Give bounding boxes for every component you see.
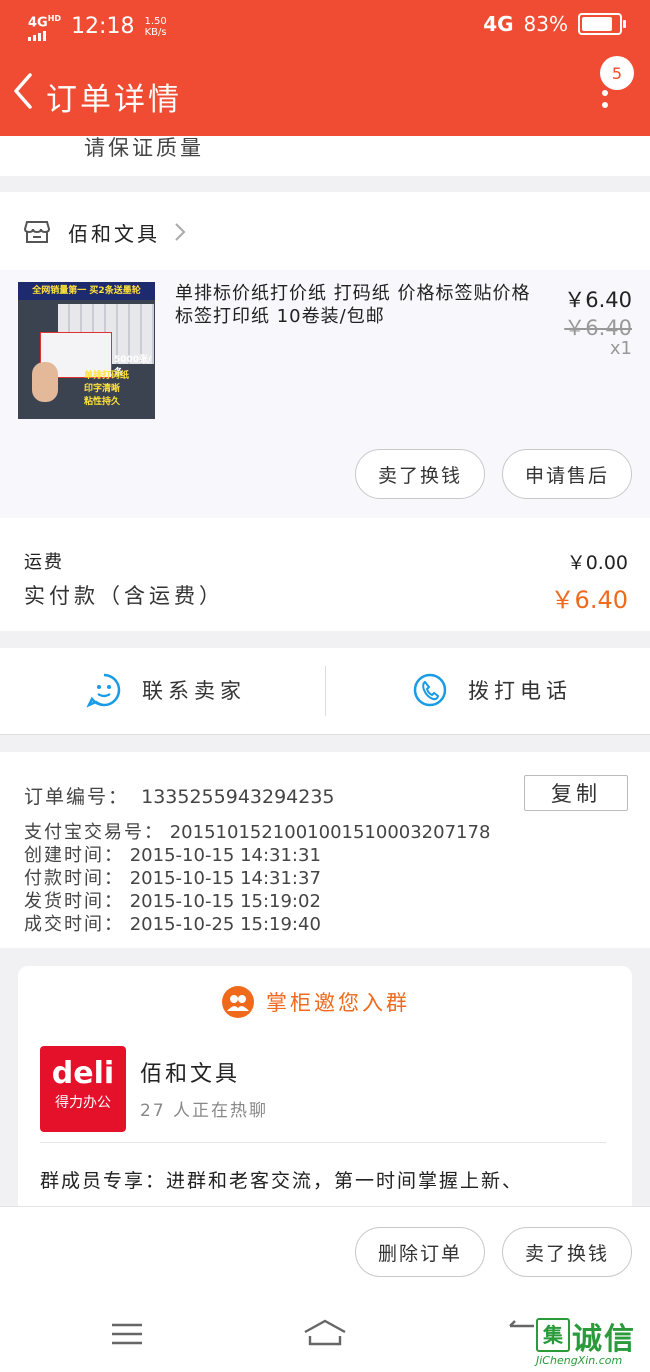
paid-value: ￥6.40 <box>550 586 628 614</box>
group-description: 群成员专享：进群和老客交流，第一时间掌握上新、 <box>40 1170 524 1192</box>
page-title: 订单详情 <box>46 82 182 118</box>
contact-seller-label: 联系卖家 <box>142 679 246 703</box>
shop-logo: deli 得力办公 <box>40 1046 126 1132</box>
product-card: 佰和文具 全网销量第一 买2条送墨轮 5000张/条 单排打码纸 印字清晰 粘性持久… <box>0 192 650 518</box>
contact-seller-button[interactable]: 联系卖家 <box>86 672 246 708</box>
previous-note-row: 请保证质量 <box>0 136 650 176</box>
phone-icon <box>413 673 447 707</box>
chat-bubble-icon <box>86 673 121 708</box>
after-sale-button[interactable]: 申请售后 <box>502 449 632 499</box>
store-icon <box>24 221 50 243</box>
app-header: 4GHD 12:18 1.50 KB/s 4G 83% 订单详情 5 <box>0 0 650 136</box>
product-title[interactable]: 单排标价纸打价纸 打码纸 价格标签贴价格标签打印纸 10卷装/包邮 <box>175 282 537 328</box>
group-invite-card[interactable]: 掌柜邀您入群 deli 得力办公 佰和文具 27 人正在热聊 群成员专享：进群和… <box>18 966 632 1226</box>
call-phone-label: 拨打电话 <box>468 679 572 703</box>
sell-for-cash-button[interactable]: 卖了换钱 <box>355 449 485 499</box>
sell-for-cash-button-bottom[interactable]: 卖了换钱 <box>502 1227 632 1277</box>
shipping-value: ￥0.00 <box>566 552 628 574</box>
system-nav-bar: 集 诚信 JiChengXin.com <box>0 1292 650 1372</box>
fee-summary: 运费 ￥0.00 实付款（含运费） ￥6.40 <box>0 518 650 631</box>
group-shop-name: 佰和文具 <box>140 1062 241 1087</box>
product-thumbnail[interactable]: 全网销量第一 买2条送墨轮 5000张/条 单排打码纸 印字清晰 粘性持久 <box>18 282 155 419</box>
product-price: ￥6.40 <box>564 288 632 312</box>
group-invite-title: 掌柜邀您入群 <box>222 986 410 1018</box>
bottom-action-bar: 删除订单 卖了换钱 <box>0 1206 650 1293</box>
home-icon[interactable] <box>302 1318 348 1346</box>
shop-name: 佰和文具 <box>68 222 160 246</box>
completed-time-row: 成交时间： 2015-10-25 15:19:40 <box>24 914 321 935</box>
more-menu-icon[interactable] <box>602 90 608 114</box>
signal-indicator: 4GHD <box>28 12 61 42</box>
group-members: 27 人正在热聊 <box>140 1101 269 1121</box>
shop-row[interactable]: 佰和文具 <box>0 192 650 270</box>
watermark: 集 诚信 JiChengXin.com <box>532 1314 650 1372</box>
note-text: 请保证质量 <box>84 136 204 160</box>
chevron-right-icon <box>175 223 186 241</box>
notification-badge[interactable]: 5 <box>600 56 634 90</box>
order-info: 订单编号： 1335255943294235 复制 支付宝交易号： 201510… <box>0 752 650 948</box>
paid-label: 实付款（含运费） <box>24 584 224 608</box>
network-speed: 1.50 KB/s <box>144 15 167 38</box>
back-arrow-icon[interactable] <box>12 72 34 110</box>
status-bar-left: 4GHD 12:18 1.50 KB/s <box>28 12 167 42</box>
quantity: x1 <box>609 338 632 359</box>
hand-graphic <box>32 362 58 402</box>
thumb-banner: 全网销量第一 买2条送墨轮 <box>18 282 155 300</box>
delete-order-button[interactable]: 删除订单 <box>355 1227 485 1277</box>
thumb-features: 单排打码纸 印字清晰 粘性持久 <box>84 371 130 407</box>
carrier-network: 4G <box>483 12 514 36</box>
battery-icon <box>578 13 626 35</box>
order-number-row: 订单编号： 1335255943294235 <box>24 786 335 808</box>
call-phone-button[interactable]: 拨打电话 <box>412 672 572 708</box>
clock: 12:18 <box>71 14 135 40</box>
divider <box>325 666 326 716</box>
shipping-label: 运费 <box>24 552 64 573</box>
status-bar-right: 4G 83% <box>483 12 626 36</box>
order-number: 1335255943294235 <box>141 786 335 808</box>
copy-button[interactable]: 复制 <box>524 775 628 811</box>
contact-bar: 联系卖家 拨打电话 <box>0 648 650 735</box>
battery-percent: 83% <box>523 12 568 36</box>
divider <box>40 1142 606 1143</box>
group-people-icon <box>222 986 254 1018</box>
menu-icon[interactable] <box>110 1322 144 1346</box>
